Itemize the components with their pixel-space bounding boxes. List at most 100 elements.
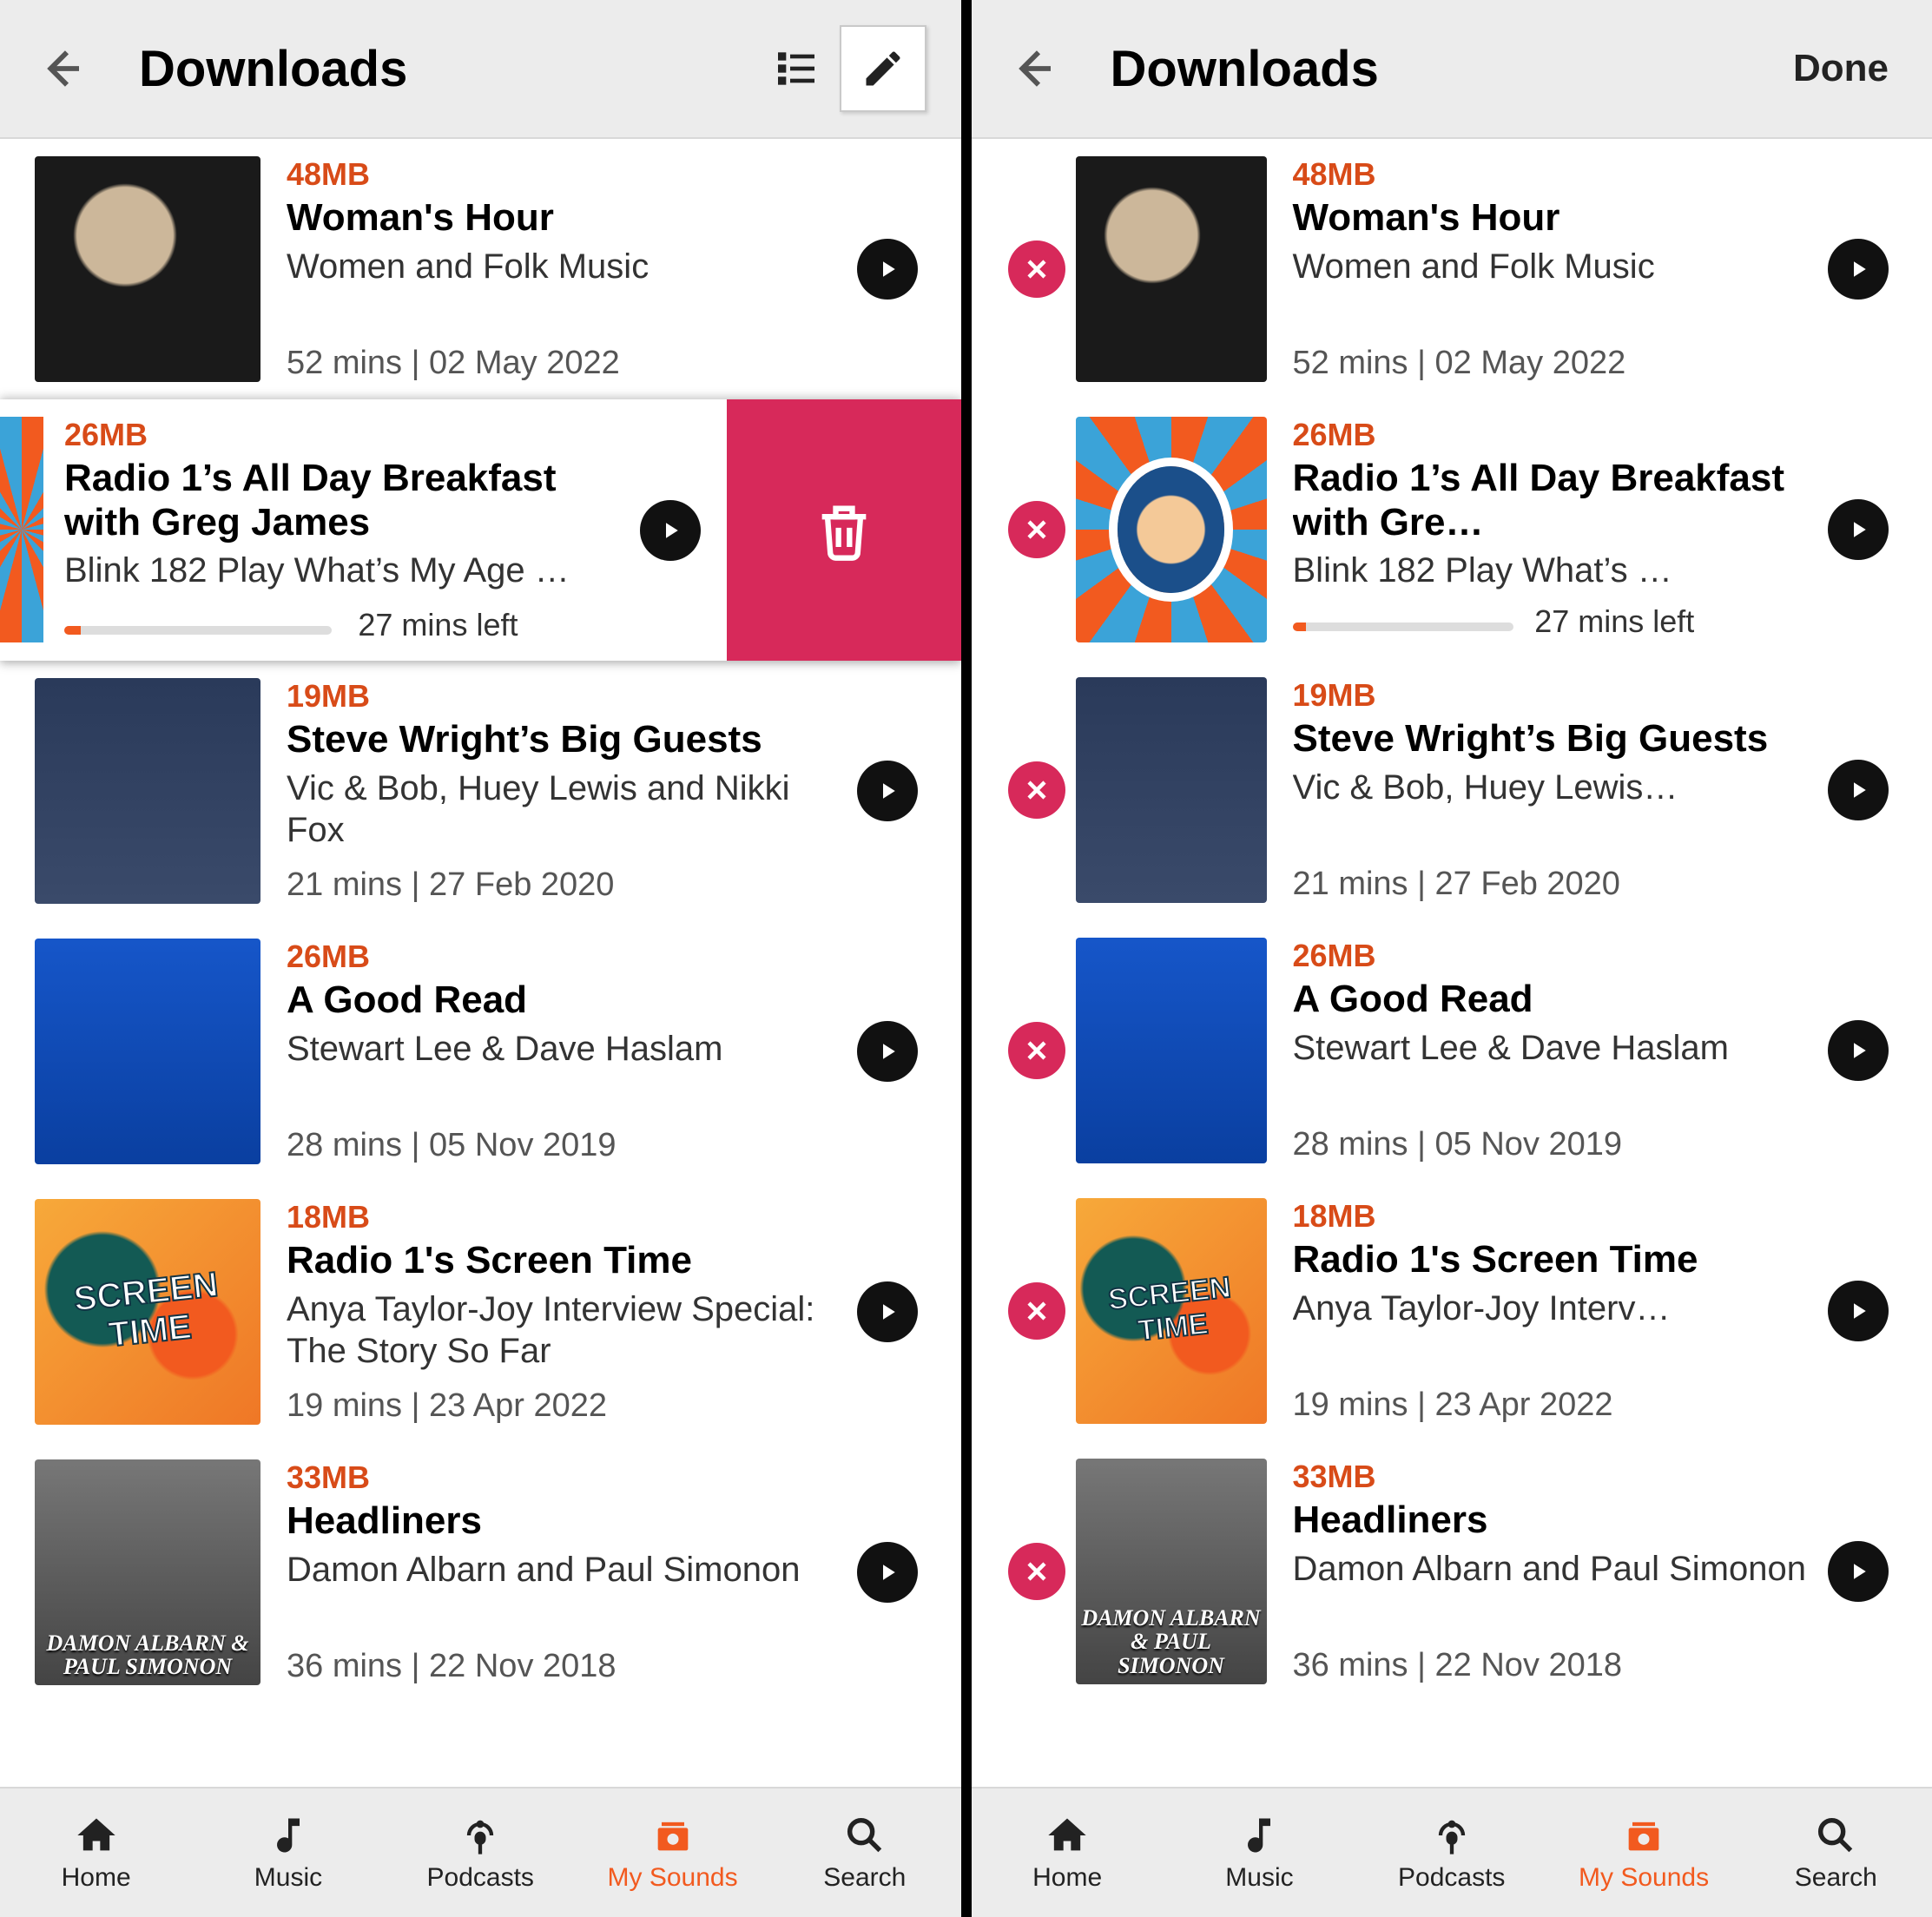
tab-music[interactable]: Music — [1164, 1789, 1355, 1917]
file-size: 26MB — [1293, 417, 1820, 453]
list-item-swiped[interactable]: 26MB Radio 1’s All Day Breakfast with Gr… — [0, 399, 961, 661]
play-button[interactable] — [1828, 1020, 1889, 1081]
delete-item-button[interactable] — [1008, 1282, 1065, 1340]
list-item[interactable]: SCREENTIME 18MB Radio 1's Screen Time An… — [0, 1182, 961, 1442]
downloads-list-edit: 48MB Woman's Hour Women and Folk Music 5… — [972, 139, 1932, 1787]
play-button[interactable] — [857, 1281, 918, 1342]
play-button[interactable] — [1828, 1541, 1889, 1602]
episode-title: Woman's Hour — [287, 196, 848, 240]
play-button[interactable] — [640, 500, 701, 561]
episode-subtitle: Women and Folk Music — [287, 246, 848, 287]
episode-thumbnail — [1076, 417, 1267, 642]
back-button[interactable] — [35, 43, 87, 95]
episode-meta: 21 mins | 27 Feb 2020 — [287, 866, 848, 904]
play-button[interactable] — [1828, 239, 1889, 300]
tab-podcasts[interactable]: Podcasts — [1355, 1789, 1547, 1917]
delete-item-button[interactable] — [1008, 1022, 1065, 1079]
tab-home[interactable]: Home — [972, 1789, 1164, 1917]
downloads-list: 48MB Woman's Hour Women and Folk Music 5… — [0, 139, 961, 1787]
tab-music[interactable]: Music — [192, 1789, 384, 1917]
delete-item-button[interactable] — [1008, 240, 1065, 298]
tab-search[interactable]: Search — [768, 1789, 960, 1917]
episode-title: Woman's Hour — [1293, 196, 1820, 240]
episode-meta: 19 mins | 23 Apr 2022 — [1293, 1387, 1820, 1424]
tab-mysounds[interactable]: My Sounds — [1547, 1789, 1739, 1917]
list-item[interactable]: 26MB Radio 1’s All Day Breakfast with Gr… — [972, 399, 1932, 660]
episode-subtitle: Anya Taylor-Joy Interview Special: The S… — [287, 1288, 848, 1372]
progress-bar — [1293, 623, 1514, 631]
file-size: 19MB — [1293, 677, 1820, 714]
episode-meta: 28 mins | 05 Nov 2019 — [1293, 1126, 1820, 1163]
play-button[interactable] — [1828, 760, 1889, 820]
play-button[interactable] — [1828, 1281, 1889, 1341]
phone-right: Downloads Done 48MB Woman's Hour Women a… — [961, 0, 1932, 1917]
tab-mysounds[interactable]: My Sounds — [577, 1789, 768, 1917]
episode-meta: 52 mins | 02 May 2022 — [287, 345, 848, 382]
episode-thumbnail — [1076, 938, 1267, 1163]
header: Downloads Done — [972, 0, 1932, 139]
delete-item-button[interactable] — [1008, 1543, 1065, 1600]
file-size: 18MB — [287, 1199, 848, 1235]
swipe-delete-button[interactable] — [727, 399, 961, 661]
play-button[interactable] — [857, 761, 918, 821]
list-item[interactable]: 19MB Steve Wright’s Big Guests Vic & Bob… — [972, 660, 1932, 920]
episode-subtitle: Anya Taylor-Joy Interv… — [1293, 1288, 1820, 1329]
episode-meta: 21 mins | 27 Feb 2020 — [1293, 866, 1820, 903]
episode-subtitle: Stewart Lee & Dave Haslam — [1293, 1027, 1820, 1069]
episode-subtitle: Damon Albarn and Paul Simonon — [287, 1549, 848, 1591]
list-item[interactable]: 26MB A Good Read Stewart Lee & Dave Hasl… — [972, 920, 1932, 1181]
episode-meta: 52 mins | 02 May 2022 — [1293, 345, 1820, 382]
list-item[interactable]: DAMON ALBARN & PAUL SIMONON 33MB Headlin… — [972, 1441, 1932, 1702]
episode-thumbnail: DAMON ALBARN & PAUL SIMONON — [1076, 1459, 1267, 1684]
episode-title: Steve Wright’s Big Guests — [1293, 717, 1820, 761]
episode-thumbnail — [0, 417, 43, 642]
page-title: Downloads — [139, 40, 753, 98]
episode-title: A Good Read — [287, 978, 848, 1023]
episode-thumbnail — [35, 939, 260, 1164]
edit-button[interactable] — [840, 25, 926, 112]
file-size: 19MB — [287, 678, 848, 715]
play-button[interactable] — [857, 239, 918, 300]
list-item[interactable]: SCREENTIME 18MB Radio 1's Screen Time An… — [972, 1181, 1932, 1441]
episode-subtitle: Blink 182 Play What’s … — [1293, 550, 1820, 591]
episode-subtitle: Women and Folk Music — [1293, 246, 1820, 287]
episode-thumbnail: SCREENTIME — [1076, 1198, 1267, 1424]
episode-title: A Good Read — [1293, 978, 1820, 1022]
delete-item-button[interactable] — [1008, 501, 1065, 558]
sort-button[interactable] — [753, 25, 840, 112]
tab-podcasts[interactable]: Podcasts — [385, 1789, 577, 1917]
episode-thumbnail — [35, 678, 260, 904]
episode-subtitle: Blink 182 Play What’s My Age … — [64, 550, 623, 591]
episode-thumbnail — [1076, 156, 1267, 382]
back-button[interactable] — [1006, 43, 1058, 95]
done-button[interactable]: Done — [1784, 38, 1897, 99]
episode-subtitle: Vic & Bob, Huey Lewis and Nikki Fox — [287, 767, 848, 851]
play-button[interactable] — [857, 1021, 918, 1082]
tab-home[interactable]: Home — [0, 1789, 192, 1917]
page-title: Downloads — [1111, 40, 1785, 98]
time-left: 27 mins left — [1534, 603, 1694, 640]
episode-thumbnail: SCREENTIME — [35, 1199, 260, 1425]
episode-title: Radio 1’s All Day Breakfast with Gre… — [1293, 457, 1820, 544]
play-button[interactable] — [1828, 499, 1889, 560]
tab-search[interactable]: Search — [1740, 1789, 1932, 1917]
file-size: 26MB — [1293, 938, 1820, 974]
tab-bar: Home Music Podcasts My Sounds Search — [972, 1787, 1932, 1917]
episode-meta: 36 mins | 22 Nov 2018 — [1293, 1647, 1820, 1684]
file-size: 48MB — [1293, 156, 1820, 193]
episode-thumbnail: DAMON ALBARN & PAUL SIMONON — [35, 1459, 260, 1685]
file-size: 33MB — [287, 1459, 848, 1496]
list-item[interactable]: 19MB Steve Wright’s Big Guests Vic & Bob… — [0, 661, 961, 921]
episode-title: Headliners — [287, 1499, 848, 1544]
progress-bar — [64, 626, 332, 635]
list-item[interactable]: 26MB A Good Read Stewart Lee & Dave Hasl… — [0, 921, 961, 1182]
file-size: 18MB — [1293, 1198, 1820, 1235]
delete-item-button[interactable] — [1008, 761, 1065, 819]
episode-thumbnail — [35, 156, 260, 382]
episode-title: Headliners — [1293, 1499, 1820, 1543]
episode-title: Radio 1's Screen Time — [1293, 1238, 1820, 1282]
list-item[interactable]: 48MB Woman's Hour Women and Folk Music 5… — [0, 139, 961, 399]
list-item[interactable]: DAMON ALBARN & PAUL SIMONON 33MB Headlin… — [0, 1442, 961, 1703]
play-button[interactable] — [857, 1542, 918, 1603]
list-item[interactable]: 48MB Woman's Hour Women and Folk Music 5… — [972, 139, 1932, 399]
